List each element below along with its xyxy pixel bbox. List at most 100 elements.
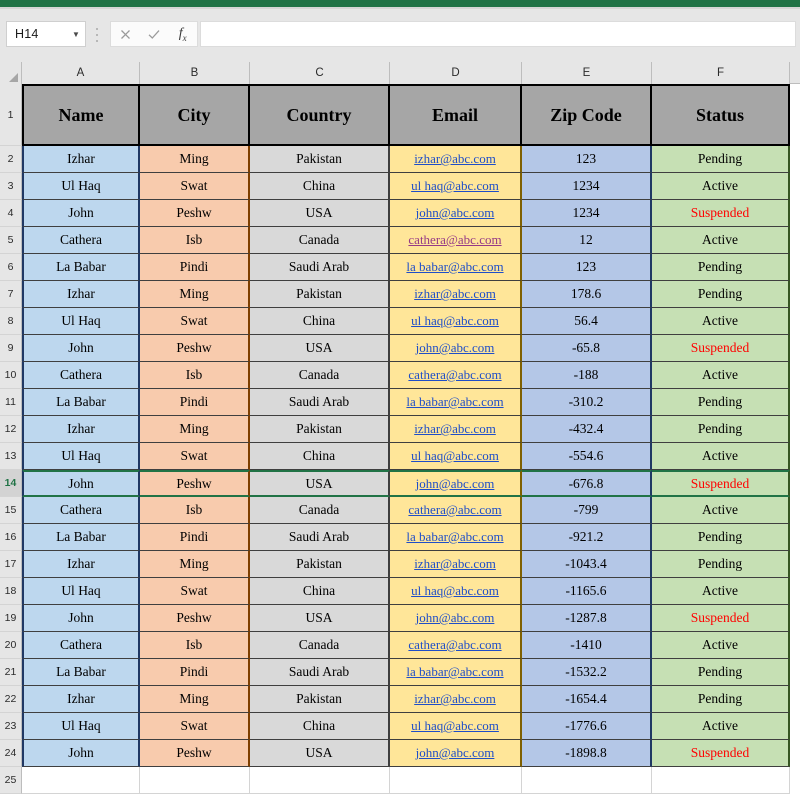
table-row[interactable]: 16La BabarPindiSaudi Arabla babar@abc.co… xyxy=(0,524,800,551)
cell-email[interactable]: izhar@abc.com xyxy=(390,146,522,173)
cell-status[interactable]: Pending xyxy=(652,416,790,443)
empty-cell[interactable] xyxy=(22,767,140,794)
cell-name[interactable]: Cathera xyxy=(22,497,140,524)
cell-name[interactable]: La Babar xyxy=(22,659,140,686)
cell-email[interactable]: ul haq@abc.com xyxy=(390,443,522,470)
row-header-23[interactable]: 23 xyxy=(0,713,22,740)
cell-status[interactable]: Suspended xyxy=(652,605,790,632)
row-header-12[interactable]: 12 xyxy=(0,416,22,443)
cell-city[interactable]: Swat xyxy=(140,578,250,605)
cell-status[interactable]: Pending xyxy=(652,524,790,551)
cell-country[interactable]: Pakistan xyxy=(250,416,390,443)
cell-status[interactable]: Pending xyxy=(652,254,790,281)
row-header-24[interactable]: 24 xyxy=(0,740,22,767)
cell-status[interactable]: Active xyxy=(652,362,790,389)
formula-input[interactable] xyxy=(200,21,796,47)
select-all-corner[interactable] xyxy=(0,62,22,84)
column-title-d[interactable]: Email xyxy=(390,84,522,146)
cell-status[interactable]: Active xyxy=(652,227,790,254)
cell-name[interactable]: John xyxy=(22,200,140,227)
cell-zip-code[interactable]: -554.6 xyxy=(522,443,652,470)
column-title-a[interactable]: Name xyxy=(22,84,140,146)
empty-cell[interactable] xyxy=(250,767,390,794)
cell-name[interactable]: Ul Haq xyxy=(22,173,140,200)
cell-city[interactable]: Peshw xyxy=(140,470,250,497)
row-header-1[interactable]: 1 xyxy=(0,84,22,146)
cell-country[interactable]: Pakistan xyxy=(250,281,390,308)
email-hyperlink[interactable]: la babar@abc.com xyxy=(406,529,503,545)
cell-email[interactable]: john@abc.com xyxy=(390,605,522,632)
cell-zip-code[interactable]: 178.6 xyxy=(522,281,652,308)
table-row[interactable]: 2IzharMingPakistanizhar@abc.com123Pendin… xyxy=(0,146,800,173)
confirm-check-icon[interactable] xyxy=(140,22,169,46)
cell-email[interactable]: john@abc.com xyxy=(390,470,522,497)
cell-zip-code[interactable]: -799 xyxy=(522,497,652,524)
row-header-3[interactable]: 3 xyxy=(0,173,22,200)
cell-email[interactable]: ul haq@abc.com xyxy=(390,578,522,605)
cell-city[interactable]: Isb xyxy=(140,497,250,524)
cell-status[interactable]: Pending xyxy=(652,551,790,578)
email-hyperlink[interactable]: ul haq@abc.com xyxy=(411,178,499,194)
table-row[interactable]: 22IzharMingPakistanizhar@abc.com-1654.4P… xyxy=(0,686,800,713)
cell-name[interactable]: John xyxy=(22,605,140,632)
cell-zip-code[interactable]: -1898.8 xyxy=(522,740,652,767)
row-header-25[interactable]: 25 xyxy=(0,767,22,794)
table-row[interactable]: 23Ul HaqSwatChinaul haq@abc.com-1776.6Ac… xyxy=(0,713,800,740)
table-row[interactable]: 21La BabarPindiSaudi Arabla babar@abc.co… xyxy=(0,659,800,686)
email-hyperlink[interactable]: john@abc.com xyxy=(416,205,495,221)
cell-zip-code[interactable]: 12 xyxy=(522,227,652,254)
row-header-17[interactable]: 17 xyxy=(0,551,22,578)
cell-city[interactable]: Peshw xyxy=(140,605,250,632)
row-header-4[interactable]: 4 xyxy=(0,200,22,227)
column-header-b[interactable]: B xyxy=(140,62,250,84)
empty-cell[interactable] xyxy=(390,767,522,794)
email-hyperlink[interactable]: la babar@abc.com xyxy=(406,664,503,680)
empty-row[interactable]: 25 xyxy=(0,767,800,794)
table-row[interactable]: 8Ul HaqSwatChinaul haq@abc.com56.4Active xyxy=(0,308,800,335)
row-header-13[interactable]: 13 xyxy=(0,443,22,470)
row-header-5[interactable]: 5 xyxy=(0,227,22,254)
cell-country[interactable]: Pakistan xyxy=(250,551,390,578)
cell-email[interactable]: cathera@abc.com xyxy=(390,227,522,254)
cell-name[interactable]: Izhar xyxy=(22,146,140,173)
cancel-icon[interactable] xyxy=(111,22,140,46)
table-row[interactable]: 24JohnPeshwUSAjohn@abc.com-1898.8Suspend… xyxy=(0,740,800,767)
cell-city[interactable]: Pindi xyxy=(140,524,250,551)
cell-country[interactable]: USA xyxy=(250,200,390,227)
cell-city[interactable]: Peshw xyxy=(140,335,250,362)
cell-email[interactable]: john@abc.com xyxy=(390,335,522,362)
cell-name[interactable]: Ul Haq xyxy=(22,443,140,470)
cell-country[interactable]: Saudi Arab xyxy=(250,524,390,551)
column-header-e[interactable]: E xyxy=(522,62,652,84)
row-header-2[interactable]: 2 xyxy=(0,146,22,173)
table-row[interactable]: 4JohnPeshwUSAjohn@abc.com1234Suspended xyxy=(0,200,800,227)
cell-zip-code[interactable]: -310.2 xyxy=(522,389,652,416)
cell-status[interactable]: Suspended xyxy=(652,740,790,767)
cell-status[interactable]: Suspended xyxy=(652,470,790,497)
cell-email[interactable]: izhar@abc.com xyxy=(390,281,522,308)
row-header-22[interactable]: 22 xyxy=(0,686,22,713)
cell-city[interactable]: Pindi xyxy=(140,254,250,281)
table-row[interactable]: 9JohnPeshwUSAjohn@abc.com-65.8Suspended xyxy=(0,335,800,362)
cell-city[interactable]: Swat xyxy=(140,173,250,200)
row-header-11[interactable]: 11 xyxy=(0,389,22,416)
cell-status[interactable]: Pending xyxy=(652,146,790,173)
cell-country[interactable]: Pakistan xyxy=(250,686,390,713)
cell-city[interactable]: Ming xyxy=(140,281,250,308)
email-hyperlink[interactable]: john@abc.com xyxy=(416,476,495,492)
cell-email[interactable]: ul haq@abc.com xyxy=(390,308,522,335)
row-header-7[interactable]: 7 xyxy=(0,281,22,308)
cell-city[interactable]: Swat xyxy=(140,443,250,470)
cell-email[interactable]: izhar@abc.com xyxy=(390,551,522,578)
cell-zip-code[interactable]: -1410 xyxy=(522,632,652,659)
cell-zip-code[interactable]: -1287.8 xyxy=(522,605,652,632)
cell-country[interactable]: USA xyxy=(250,335,390,362)
cell-email[interactable]: la babar@abc.com xyxy=(390,254,522,281)
cell-country[interactable]: China xyxy=(250,443,390,470)
cell-zip-code[interactable]: -1776.6 xyxy=(522,713,652,740)
cell-zip-code[interactable]: -1165.6 xyxy=(522,578,652,605)
cell-email[interactable]: izhar@abc.com xyxy=(390,686,522,713)
cell-email[interactable]: izhar@abc.com xyxy=(390,416,522,443)
cell-city[interactable]: Ming xyxy=(140,416,250,443)
row-header-18[interactable]: 18 xyxy=(0,578,22,605)
